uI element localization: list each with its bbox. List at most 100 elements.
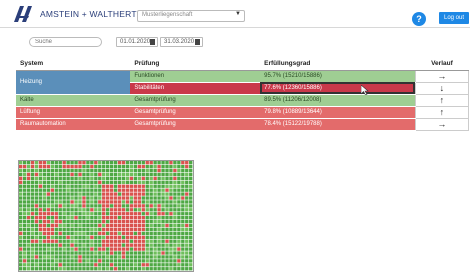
system-cell[interactable]: Raumautomation: [16, 118, 131, 131]
heatmap-cell: [185, 184, 189, 188]
heatmap-cell: [129, 243, 134, 247]
heatmap-cell: [173, 239, 177, 243]
heatmap-cell: [117, 235, 122, 239]
logout-button[interactable]: Log out: [439, 12, 469, 24]
heatmap-cell: [54, 231, 58, 236]
erfuellung-cell[interactable]: 77.6% (12360/15886): [260, 82, 416, 95]
table-row[interactable]: Heizung Funktionen 95.7% (15210/15886) →: [16, 69, 470, 95]
date-from-field[interactable]: 01.01.2020: [116, 37, 158, 47]
heatmap-cell: [106, 216, 110, 220]
heatmap-cell: [66, 168, 70, 173]
pruefung-cell[interactable]: Gesamtprüfung: [130, 118, 261, 131]
heatmap-cell: [54, 196, 58, 200]
heatmap-cell: [38, 204, 43, 208]
erfuellung-cell[interactable]: 78.4% (15122/19788): [260, 118, 416, 131]
heatmap-cell: [42, 247, 47, 251]
heatmap-cell: [34, 243, 39, 247]
heatmap-cell: [74, 223, 78, 228]
heatmap-cell: [185, 231, 189, 236]
erfuellung-cell[interactable]: 79.8% (10889/13644): [260, 106, 416, 119]
trend-down-icon[interactable]: ↓: [414, 81, 470, 95]
pruefung-cell[interactable]: Gesamtprüfung: [130, 106, 261, 119]
heatmap-cell: [125, 223, 130, 228]
heatmap-cell: [189, 243, 193, 247]
heatmap-cell: [74, 227, 78, 232]
system-cell[interactable]: Lüftung: [16, 106, 131, 119]
column-header-erfuellungsgrad[interactable]: Erfüllungsgrad: [260, 58, 416, 71]
heatmap-cell: [177, 184, 181, 188]
heatmap-cell: [90, 172, 94, 177]
heatmap-cell: [177, 247, 181, 251]
heatmap-cell: [66, 208, 70, 212]
heatmap-cell: [46, 172, 51, 177]
heatmap-cell: [125, 180, 130, 184]
heatmap-cell: [109, 235, 114, 239]
heatmap-cell: [153, 259, 157, 263]
heatmap-cell: [82, 259, 86, 263]
heatmap-cell: [181, 235, 185, 239]
heatmap-cell: [78, 216, 82, 220]
heatmap-cell: [109, 251, 114, 255]
heatmap-cell: [137, 212, 141, 216]
heatmap-cell: [165, 164, 169, 169]
heatmap-cell: [106, 231, 110, 236]
heatmap-cell: [189, 180, 193, 184]
heatmap-cell: [22, 219, 27, 224]
heatmap-cell: [38, 184, 43, 188]
heatmap-cell: [149, 259, 153, 263]
heatmap-cell: [117, 168, 122, 173]
test-result-heatmap[interactable]: [18, 160, 194, 272]
erfuellung-cell[interactable]: 95.7% (15210/15886): [260, 70, 416, 83]
heatmap-cell: [145, 251, 149, 255]
heatmap-cell: [181, 164, 185, 169]
heatmap-cell: [74, 263, 78, 267]
heatmap-cell: [157, 255, 161, 259]
help-button[interactable]: ?: [412, 12, 426, 26]
heatmap-cell: [169, 255, 173, 259]
trend-up-icon[interactable]: ↑: [414, 105, 470, 119]
heatmap-cell: [34, 223, 39, 228]
calendar-icon[interactable]: [150, 39, 155, 45]
heatmap-cell: [173, 216, 177, 220]
heatmap-cell: [185, 267, 189, 271]
heatmap-cell: [66, 235, 70, 239]
trend-flat-icon[interactable]: →: [414, 69, 470, 83]
date-to-field[interactable]: 31.03.2020: [160, 37, 203, 47]
heatmap-cell: [34, 231, 39, 236]
heatmap-cell: [74, 161, 78, 165]
heatmap-cell: [74, 216, 78, 220]
erfuellung-cell[interactable]: 89.5% (11206/12008): [260, 94, 416, 107]
heatmap-cell: [66, 192, 70, 196]
table-row[interactable]: Lüftung Gesamtprüfung 79.8% (10889/13644…: [16, 105, 470, 119]
system-cell[interactable]: Heizung: [16, 70, 131, 95]
heatmap-cell: [50, 255, 54, 259]
heatmap-cell: [177, 235, 181, 239]
heatmap-cell: [161, 192, 165, 196]
heatmap-cell: [137, 243, 141, 247]
column-header-pruefung[interactable]: Prüfung: [130, 58, 261, 71]
heatmap-cell: [78, 231, 82, 236]
heatmap-cell: [74, 204, 78, 208]
calendar-icon[interactable]: [195, 39, 200, 45]
heatmap-cell: [102, 180, 106, 184]
trend-flat-icon[interactable]: →: [414, 117, 470, 131]
heatmap-cell: [30, 204, 35, 208]
heatmap-cell: [19, 267, 23, 271]
column-header-system[interactable]: System: [16, 58, 131, 71]
system-cell[interactable]: Kälte: [16, 94, 131, 107]
pruefung-cell[interactable]: Stabilitäten: [130, 82, 261, 95]
pruefung-cell[interactable]: Gesamtprüfung: [130, 94, 261, 107]
search-input[interactable]: [29, 37, 102, 47]
heatmap-cell: [133, 247, 138, 251]
heatmap-cell: [66, 243, 70, 247]
pruefung-cell[interactable]: Funktionen: [130, 70, 261, 83]
heatmap-cell: [94, 239, 98, 243]
trend-up-icon[interactable]: ↑: [414, 93, 470, 107]
table-row[interactable]: Kälte Gesamtprüfung 89.5% (11206/12008) …: [16, 93, 470, 107]
column-header-verlauf[interactable]: Verlauf: [415, 58, 469, 71]
building-select[interactable]: Musterliegenschaft ▼: [137, 10, 245, 22]
heatmap-cell: [141, 188, 145, 192]
table-row[interactable]: Raumautomation Gesamtprüfung 78.4% (1512…: [16, 117, 470, 131]
heatmap-cell: [133, 184, 138, 188]
heatmap-cell: [106, 196, 110, 200]
